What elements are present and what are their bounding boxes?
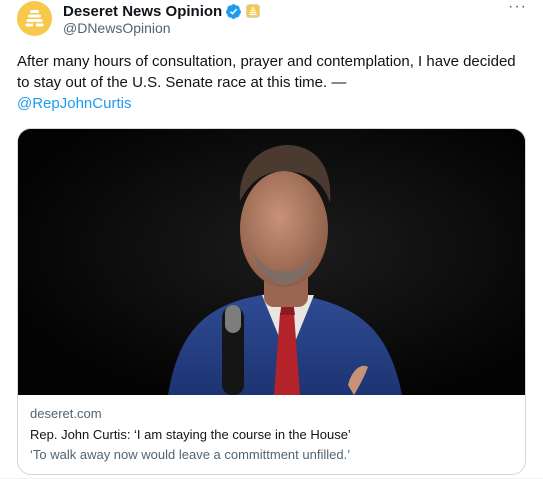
link-card[interactable]: deseret.com Rep. John Curtis: ‘I am stay…	[17, 128, 526, 475]
beehive-logo-icon	[25, 10, 44, 27]
more-options-icon[interactable]: ···	[508, 0, 527, 15]
card-title[interactable]: Rep. John Curtis: ‘I am staying the cour…	[30, 426, 513, 444]
display-name[interactable]: Deseret News Opinion	[63, 3, 222, 20]
tweet-text: After many hours of consultation, prayer…	[17, 51, 517, 114]
affiliate-badge-icon[interactable]	[246, 4, 261, 18]
card-description: ‘To walk away now would leave a committm…	[30, 447, 351, 462]
avatar[interactable]	[17, 1, 52, 36]
card-meta: deseret.com Rep. John Curtis: ‘I am stay…	[30, 405, 513, 464]
tweet-body: After many hours of consultation, prayer…	[17, 53, 516, 91]
handle[interactable]: @DNewsOpinion	[63, 20, 171, 36]
verified-badge-icon[interactable]	[225, 3, 242, 20]
card-domain: deseret.com	[30, 406, 102, 421]
name-row: Deseret News Opinion	[63, 1, 261, 21]
mention-link[interactable]: @RepJohnCurtis	[17, 95, 131, 112]
article-photo-icon[interactable]	[18, 129, 525, 395]
tweet[interactable]: Deseret News Opinion @DNewsOpinion ··· A…	[0, 0, 543, 479]
